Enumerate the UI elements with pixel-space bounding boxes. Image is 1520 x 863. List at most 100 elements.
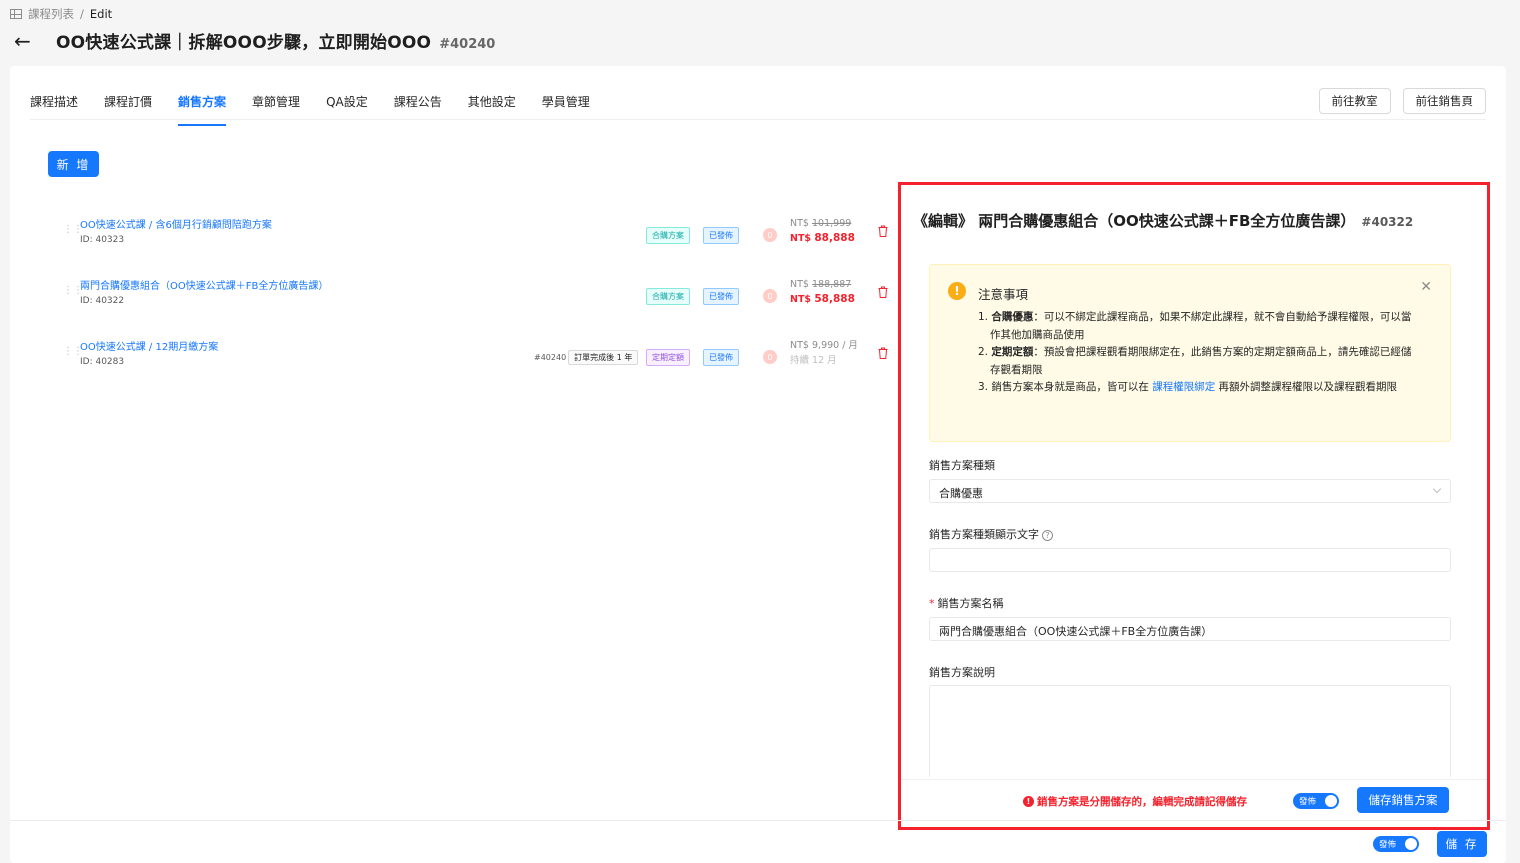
price-currency: NT$ — [790, 340, 809, 351]
display-text-label: 銷售方案種類顯示文字? — [929, 526, 1053, 542]
plan-publish-toggle[interactable]: 發佈 — [1293, 793, 1339, 809]
tab-students[interactable]: 學員管理 — [542, 90, 590, 126]
page-id: #40240 — [439, 37, 496, 52]
breadcrumb-parent[interactable]: 課程列表 — [28, 6, 74, 22]
plan-publish-label: 發佈 — [1299, 797, 1317, 807]
drag-handle-icon[interactable]: ⋮⋮ — [63, 286, 83, 301]
go-classroom-button[interactable]: 前往教室 — [1318, 88, 1391, 114]
notice-list: 1. 合購優惠：可以不綁定此課程商品，如果不綁定此課程，就不會自動給予課程權限，… — [978, 309, 1418, 397]
price-sale: 88,888 — [814, 232, 855, 244]
panel-footer-divider — [901, 779, 1487, 780]
edit-plan-id: #40322 — [1361, 215, 1414, 229]
breadcrumb-separator: / — [80, 7, 84, 21]
tab-qa-settings[interactable]: QA設定 — [326, 90, 368, 126]
course-publish-label: 發佈 — [1379, 840, 1397, 850]
count-badge: 0 — [763, 350, 777, 364]
plan-id: ID: 40283 — [80, 357, 125, 367]
count-badge: 0 — [763, 289, 777, 303]
toggle-knob — [1405, 838, 1417, 850]
plan-id: ID: 40322 — [80, 296, 125, 306]
edit-plan-panel: 《編輯》 兩門合購優惠組合（OO快速公式課＋FB全方位廣告課） #40322 ! … — [898, 182, 1490, 830]
tab-other-settings[interactable]: 其他設定 — [468, 90, 516, 126]
help-icon[interactable]: ? — [1042, 530, 1053, 541]
access-period-tag: 訂單完成後 1 年 — [568, 350, 639, 365]
add-plan-button[interactable]: 新 增 — [48, 151, 99, 177]
tab-bar: 課程描述 課程訂價 銷售方案 章節管理 QA設定 課程公告 其他設定 學員管理 — [30, 90, 616, 126]
breadcrumb: 課程列表 / Edit — [10, 6, 112, 22]
tab-chapters[interactable]: 章節管理 — [252, 90, 300, 126]
notice-item: 3. 銷售方案本身就是商品，皆可以在 課程權限綁定 再額外調整課程權限以及課程觀… — [978, 379, 1418, 397]
price-duration: 持續 12 月 — [790, 355, 837, 366]
error-icon: ! — [1023, 796, 1034, 807]
notice-bold: 合購優惠 — [991, 311, 1034, 323]
edit-panel-title: 《編輯》 兩門合購優惠組合（OO快速公式課＋FB全方位廣告課） #40322 — [913, 210, 1413, 231]
notice-num: 3. — [978, 381, 989, 393]
plan-description-textarea[interactable] — [929, 685, 1451, 777]
back-arrow-icon[interactable]: ← — [14, 31, 36, 51]
breadcrumb-current: Edit — [89, 7, 113, 21]
list-item: ⋮⋮ OO快速公式課 / 含6個月行銷顧問陪跑方案 ID: 40323 合購方案… — [60, 216, 890, 256]
page-header: ← OO快速公式課｜拆解OOO步驟，立即開始OOO #40240 — [14, 28, 495, 53]
display-text-input[interactable] — [929, 548, 1451, 572]
unsaved-warning: ! 銷售方案是分開儲存的，編輯完成請記得儲存 — [1023, 794, 1247, 809]
plan-type-value: 合購優惠 — [939, 487, 983, 500]
notice-num: 1. — [978, 311, 989, 323]
tab-pricing[interactable]: 課程訂價 — [104, 90, 152, 126]
plan-name-link[interactable]: OO快速公式課 / 12期月繳方案 — [80, 338, 218, 353]
top-actions: 前往教室 前往銷售頁 — [1318, 88, 1486, 114]
plan-type-select[interactable]: 合購優惠 — [929, 479, 1451, 503]
notice-text: ：預設會把課程觀看期限綁定在，此銷售方案的定期定額商品上，請先確認已經儲存觀看期… — [990, 346, 1412, 376]
edit-title-text: 《編輯》 兩門合購優惠組合（OO快速公式課＋FB全方位廣告課） — [913, 212, 1356, 230]
plan-name-label: * 銷售方案名稱 — [929, 595, 1004, 611]
tab-sales-plans[interactable]: 銷售方案 — [178, 90, 227, 126]
count-badge: 0 — [763, 228, 777, 242]
notice-item: 2. 定期定額：預設會把課程觀看期限綁定在，此銷售方案的定期定額商品上，請先確認… — [978, 344, 1418, 379]
notice-text: 銷售方案本身就是商品，皆可以在 — [991, 381, 1153, 393]
save-plan-button[interactable]: 儲存銷售方案 — [1357, 787, 1449, 813]
tab-description[interactable]: 課程描述 — [30, 90, 78, 126]
course-publish-toggle[interactable]: 發佈 — [1373, 836, 1419, 852]
price-currency: NT$ — [790, 218, 809, 229]
price-original: 188,887 — [812, 279, 852, 290]
list-item: ⋮⋮ 兩門合購優惠組合（OO快速公式課＋FB全方位廣告課） ID: 40322 … — [60, 277, 890, 317]
notice-num: 2. — [978, 346, 989, 358]
save-button[interactable]: 儲 存 — [1437, 831, 1487, 857]
warning-icon: ! — [948, 282, 966, 300]
course-permission-link[interactable]: 課程權限綁定 — [1152, 381, 1215, 393]
plan-type-label: 銷售方案種類 — [929, 459, 995, 472]
toggle-knob — [1325, 795, 1337, 807]
bound-course-ref: #40240 — [534, 353, 567, 362]
plan-binding-info: #40240 訂單完成後 1 年 — [534, 350, 639, 365]
notice-box: ! 注意事項 ✕ 1. 合購優惠：可以不綁定此課程商品，如果不綁定此課程，就不會… — [929, 264, 1451, 442]
chevron-down-icon — [1432, 484, 1442, 494]
drag-handle-icon[interactable]: ⋮⋮ — [63, 225, 83, 240]
table-icon — [10, 9, 22, 19]
required-icon: * — [929, 597, 935, 610]
display-text-label-text: 銷售方案種類顯示文字 — [929, 528, 1039, 541]
page-title: OO快速公式課｜拆解OOO步驟，立即開始OOO — [56, 33, 432, 53]
delete-icon[interactable] — [878, 347, 888, 359]
plan-type-tag: 定期定額 — [646, 349, 690, 366]
price-monthly: 9,990 / 月 — [812, 340, 858, 351]
plan-name-link[interactable]: OO快速公式課 / 含6個月行銷顧問陪跑方案 — [80, 216, 272, 231]
delete-icon[interactable] — [878, 225, 888, 237]
plan-id: ID: 40323 — [80, 235, 125, 245]
delete-icon[interactable] — [878, 286, 888, 298]
price-original: 101,999 — [812, 218, 852, 229]
tab-divider — [30, 119, 1486, 120]
footer-divider — [10, 820, 1506, 821]
tab-announcements[interactable]: 課程公告 — [394, 90, 442, 126]
close-icon[interactable]: ✕ — [1420, 279, 1432, 295]
drag-handle-icon[interactable]: ⋮⋮ — [63, 347, 83, 362]
price-sale: 58,888 — [814, 293, 855, 305]
plan-name-input[interactable]: 兩門合購優惠組合（OO快速公式課＋FB全方位廣告課） — [929, 617, 1451, 641]
go-sales-page-button[interactable]: 前往銷售頁 — [1402, 88, 1486, 114]
price-currency: NT$ — [790, 279, 809, 290]
unsaved-warning-text: 銷售方案是分開儲存的，編輯完成請記得儲存 — [1037, 796, 1247, 808]
plan-price: NT$ 9,990 / 月 持續 12 月 — [790, 338, 858, 368]
plan-name-link[interactable]: 兩門合購優惠組合（OO快速公式課＋FB全方位廣告課） — [80, 277, 328, 292]
price-sale-currency: NT$ — [790, 233, 812, 244]
status-badge: 已發佈 — [703, 288, 739, 305]
plan-type-tag: 合購方案 — [646, 288, 690, 305]
plan-description-label: 銷售方案說明 — [929, 666, 995, 679]
